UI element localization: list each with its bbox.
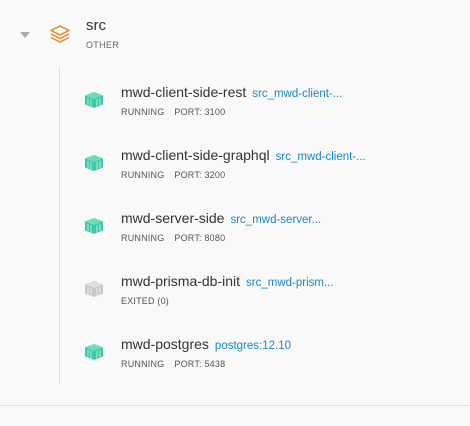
container-cube-icon: [85, 218, 103, 234]
status-text: RUNNING: [121, 233, 165, 243]
container-row[interactable]: mwd-client-side-rest src_mwd-client-... R…: [60, 68, 470, 128]
container-status: EXITED (0): [121, 296, 169, 306]
status-text: RUNNING: [121, 359, 165, 369]
container-title: mwd-server-side src_mwd-server...: [121, 210, 321, 228]
container-image-link[interactable]: src_mwd-prism...: [246, 277, 334, 289]
container-name: mwd-server-side: [121, 210, 225, 226]
container-title: mwd-client-side-graphql src_mwd-client-..…: [121, 147, 366, 165]
container-name: mwd-client-side-rest: [121, 84, 247, 100]
container-title: mwd-client-side-rest src_mwd-client-...: [121, 84, 342, 102]
container-cube-icon: [85, 344, 103, 360]
collapse-caret-icon[interactable]: [20, 32, 30, 38]
container-status: RUNNING PORT: 3100: [121, 107, 225, 117]
container-cube-icon: [85, 92, 103, 108]
container-image-link[interactable]: src_mwd-client-...: [276, 151, 366, 163]
container-cube-icon: [85, 281, 103, 297]
container-title: mwd-prisma-db-init src_mwd-prism...: [121, 273, 334, 291]
container-list-panel: src OTHER mwd-client-side-rest src_mwd-cl…: [0, 0, 470, 426]
container-row[interactable]: mwd-client-side-graphql src_mwd-client-..…: [60, 131, 470, 191]
divider: [0, 405, 470, 406]
container-image-link[interactable]: src_mwd-server...: [230, 214, 321, 226]
port-text: PORT: 5438: [174, 359, 226, 369]
container-row[interactable]: mwd-postgres postgres:12.10 RUNNING PORT: …: [60, 320, 470, 380]
container-cube-icon: [85, 155, 103, 171]
container-name: mwd-postgres: [121, 336, 209, 352]
container-status: RUNNING PORT: 8080: [121, 233, 225, 243]
status-text: EXITED (0): [121, 296, 170, 306]
status-text: RUNNING: [121, 107, 165, 117]
container-image-link[interactable]: postgres:12.10: [215, 340, 291, 352]
container-status: RUNNING PORT: 5438: [121, 359, 225, 369]
container-name: mwd-client-side-graphql: [121, 147, 270, 163]
container-status: RUNNING PORT: 3200: [121, 170, 225, 180]
container-name: mwd-prisma-db-init: [121, 273, 241, 289]
container-row[interactable]: mwd-prisma-db-init src_mwd-prism... EXITE…: [60, 257, 470, 317]
container-image-link[interactable]: src_mwd-client-...: [252, 88, 342, 100]
compose-group-header[interactable]: src OTHER: [0, 0, 470, 62]
port-text: PORT: 8080: [174, 233, 226, 243]
group-name: src: [86, 17, 106, 34]
group-type-label: OTHER: [86, 40, 119, 50]
status-text: RUNNING: [121, 170, 165, 180]
port-text: PORT: 3200: [174, 170, 226, 180]
stack-layers-icon: [50, 25, 70, 43]
container-row[interactable]: mwd-server-side src_mwd-server... RUNNING…: [60, 194, 470, 254]
port-text: PORT: 3100: [174, 107, 226, 117]
container-title: mwd-postgres postgres:12.10: [121, 336, 291, 354]
